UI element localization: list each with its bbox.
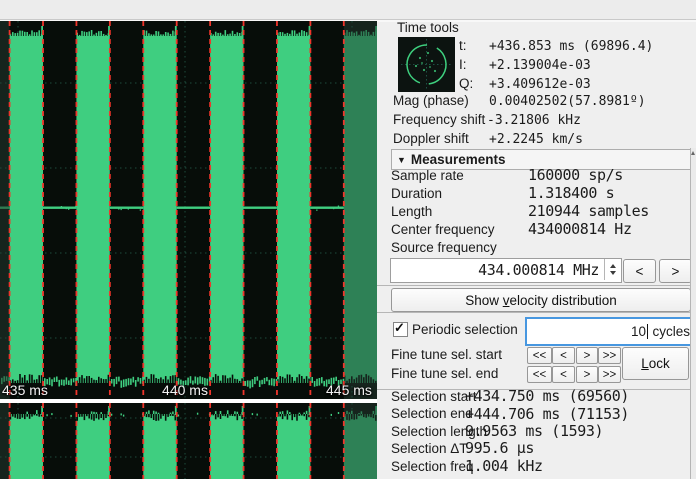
time-axis-label-445: 445 ms: [326, 382, 372, 398]
cycles-unit: cycles: [652, 324, 690, 339]
sample-rate-value: 160000 sp/s: [528, 167, 623, 184]
fine-tune-end-label: Fine tune sel. end: [391, 366, 498, 381]
frequency-next-button[interactable]: >: [659, 259, 692, 283]
center-frequency-value: 434000814 Hz: [528, 221, 632, 238]
selection-length-value: 9.9563 ms (1593): [465, 423, 603, 440]
measurements-header-label: Measurements: [411, 152, 506, 167]
cursor-time-value: +436.853 ms (69896.4): [489, 39, 653, 54]
cursor-time-label: t:: [459, 38, 467, 53]
cycles-value: 10: [631, 324, 646, 339]
measurements-collapse-icon: ▼: [397, 155, 406, 165]
velocity-button-label: Show velocity distribution: [465, 293, 617, 308]
center-frequency-label: Center frequency: [391, 222, 495, 237]
frequency-spinbox[interactable]: 434.000814 MHz: [390, 258, 622, 283]
periodic-selection-checkbox[interactable]: ✓: [393, 322, 408, 337]
duration-value: 1.318400 s: [528, 185, 614, 202]
fine-start-left-button[interactable]: <: [552, 347, 575, 364]
fine-end-right-button[interactable]: >: [576, 366, 598, 383]
selection-end-value: +444.706 ms (71153): [465, 406, 629, 423]
lock-button[interactable]: Lock: [622, 347, 689, 380]
mag-phase-value: 0.00402502(57.8981º): [489, 94, 646, 109]
waveform-lower-view[interactable]: [0, 403, 377, 479]
fine-end-left-button[interactable]: <: [552, 366, 575, 383]
selection-start-value: +434.750 ms (69560): [465, 388, 629, 405]
panel-scrollbar[interactable]: [690, 148, 696, 479]
source-frequency-label: Source frequency: [391, 240, 497, 255]
selection-end-label: Selection end: [391, 406, 473, 421]
fine-start-right-button[interactable]: >: [576, 347, 598, 364]
cursor-i-label: I:: [459, 57, 467, 72]
length-value: 210944 samples: [528, 203, 649, 220]
separator: [377, 285, 690, 286]
lock-button-label: Lock: [641, 356, 670, 371]
cursor-q-label: Q:: [459, 76, 473, 91]
frequency-spin-down-icon[interactable]: [610, 271, 616, 275]
time-axis-label-435: 435 ms: [2, 382, 48, 398]
frequency-prev-button[interactable]: <: [623, 259, 656, 283]
fine-start-big-right-button[interactable]: >>: [598, 347, 621, 364]
frequency-spin-up-icon[interactable]: [610, 264, 616, 268]
show-velocity-distribution-button[interactable]: Show velocity distribution: [391, 288, 691, 312]
cursor-i-value: +2.139004e-03: [489, 58, 591, 73]
mag-phase-label: Mag (phase): [393, 93, 469, 108]
sample-rate-label: Sample rate: [391, 168, 464, 183]
frequency-spinbox-value: 434.000814 MHz: [478, 262, 599, 279]
time-tools-title: Time tools: [397, 20, 459, 35]
text-cursor: [647, 324, 649, 339]
selection-delta-t-value: 995.6 µs: [465, 440, 534, 457]
duration-label: Duration: [391, 186, 442, 201]
checkmark-icon: ✓: [394, 320, 405, 336]
time-axis-label-440: 440 ms: [162, 382, 208, 398]
selection-start-label: Selection start: [391, 389, 477, 404]
separator: [377, 312, 690, 313]
selection-delta-t-label: Selection ΔT: [391, 441, 468, 456]
cycles-input[interactable]: 10 cycles: [525, 317, 696, 346]
phase-plot-icon: [398, 37, 455, 92]
waveform-upper-view[interactable]: [0, 21, 377, 399]
frequency-shift-value: -3.21806 kHz: [487, 113, 581, 128]
frequency-shift-label: Frequency shift: [393, 112, 485, 127]
selection-freq-label: Selection freq: [391, 459, 474, 474]
periodic-selection-label: Periodic selection: [412, 322, 518, 337]
fine-tune-start-label: Fine tune sel. start: [391, 347, 502, 362]
top-toolbar-strip: [0, 0, 696, 20]
frequency-spinner: [604, 259, 621, 280]
length-label: Length: [391, 204, 432, 219]
fine-end-big-right-button[interactable]: >>: [598, 366, 621, 383]
selection-freq-value: 1.004 kHz: [465, 458, 543, 475]
cursor-q-value: +3.409612e-03: [489, 77, 591, 92]
doppler-shift-value: +2.2245 km/s: [489, 132, 583, 147]
app-window: 435 ms 440 ms 445 ms Time tools t: +436.…: [0, 0, 696, 479]
scrollbar-up-icon[interactable]: [691, 151, 695, 155]
fine-start-big-left-button[interactable]: <<: [527, 347, 552, 364]
doppler-shift-label: Doppler shift: [393, 131, 469, 146]
fine-end-big-left-button[interactable]: <<: [527, 366, 552, 383]
